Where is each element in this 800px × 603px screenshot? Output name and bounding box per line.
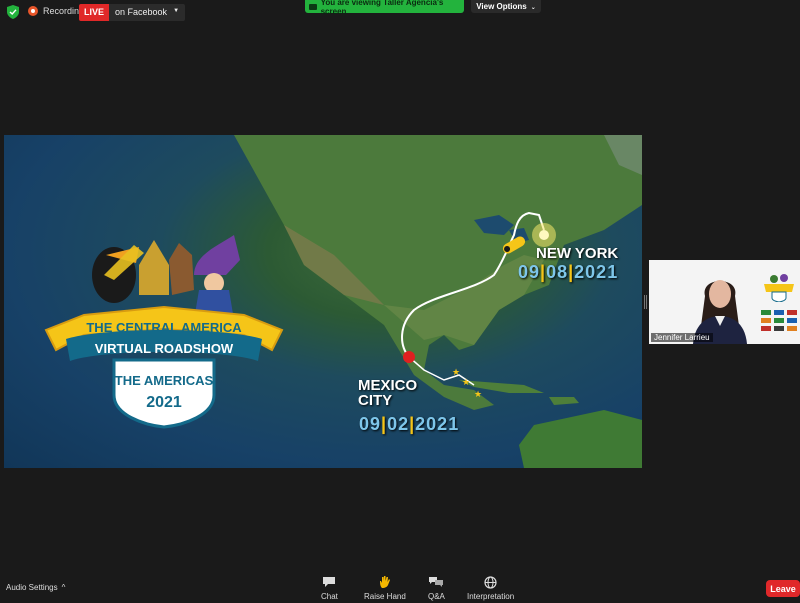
participant-name: Jennifer Larrieu: [651, 333, 713, 342]
globe-icon: [483, 575, 499, 589]
audio-settings-label: Audio Settings: [6, 583, 58, 592]
recording-label: Recording: [43, 6, 85, 16]
audio-settings-button[interactable]: Audio Settings ^: [6, 583, 65, 592]
raise-hand-icon: [377, 575, 393, 589]
interpretation-label: Interpretation: [467, 592, 515, 601]
live-destination-dropdown[interactable]: on Facebook ▼: [109, 4, 186, 21]
svg-text:THE AMERICAS: THE AMERICAS: [115, 373, 214, 388]
svg-text:THE CENTRAL AMERICA: THE CENTRAL AMERICA: [86, 320, 242, 335]
qa-label: Q&A: [428, 592, 445, 601]
svg-text:2021: 2021: [146, 394, 182, 411]
chat-label: Chat: [321, 592, 338, 601]
route-line: [401, 211, 545, 358]
svg-text:★: ★: [452, 367, 460, 377]
mexico-city-label: MEXICO CITY: [358, 377, 418, 409]
chat-icon: [321, 575, 337, 589]
leave-button[interactable]: Leave: [766, 580, 800, 597]
new-york-label: NEW YORK: [536, 245, 619, 262]
meeting-toolbar: Audio Settings ^ Chat Raise Hand Q&A Int…: [0, 572, 800, 603]
svg-text:★: ★: [462, 377, 470, 387]
screen-share-banner: You are viewing Taller Agencia's screen: [305, 0, 464, 16]
security-shield-icon[interactable]: [7, 5, 19, 19]
raise-hand-label: Raise Hand: [364, 592, 406, 601]
screen-share-icon: [309, 3, 317, 10]
top-bar: Recording LIVE on Facebook ▼ You are vie…: [0, 0, 800, 24]
svg-text:VIRTUAL ROADSHOW: VIRTUAL ROADSHOW: [95, 341, 234, 356]
live-stream-indicator[interactable]: LIVE on Facebook ▼: [79, 4, 186, 21]
recording-indicator[interactable]: Recording: [28, 6, 84, 16]
mexico-city-marker: [403, 351, 415, 363]
view-options-button[interactable]: View Options ⌄: [471, 0, 541, 13]
roadshow-logo: THE CENTRAL AMERICA VIRTUAL ROADSHOW THE…: [44, 235, 284, 429]
participant-video[interactable]: Jennifer Larrieu: [649, 260, 800, 344]
resize-handle[interactable]: [644, 295, 647, 309]
new-york-date: 09|08|2021: [518, 262, 619, 282]
interpretation-button[interactable]: Interpretation: [467, 575, 514, 601]
roadshow-mini-logo: [764, 274, 794, 302]
chevron-down-icon: ⌄: [530, 4, 536, 11]
svg-text:★: ★: [474, 389, 482, 399]
recording-icon: [28, 6, 38, 16]
sponsor-logos: [761, 310, 797, 331]
qa-icon: [428, 575, 444, 589]
zoom-meeting-window: Recording LIVE on Facebook ▼ You are vie…: [0, 0, 800, 603]
view-options-label: View Options: [476, 2, 527, 11]
airplane-icon: [502, 236, 526, 254]
qa-button[interactable]: Q&A: [428, 575, 445, 601]
live-destination-label: on Facebook: [115, 7, 168, 17]
mexico-city-date: 09|02|2021: [359, 414, 460, 434]
screen-share-banner-label: You are viewing Taller Agencia's screen: [320, 0, 444, 16]
chat-button[interactable]: Chat: [321, 575, 338, 601]
chevron-up-icon: ^: [61, 583, 66, 592]
raise-hand-button[interactable]: Raise Hand: [364, 575, 406, 601]
caret-down-icon: ▼: [173, 8, 180, 14]
live-badge: LIVE: [79, 4, 110, 21]
shared-screen-slide: ★ ★ ★ NEW YORK 09|08|2021 MEXICO CITY 09…: [4, 135, 642, 468]
